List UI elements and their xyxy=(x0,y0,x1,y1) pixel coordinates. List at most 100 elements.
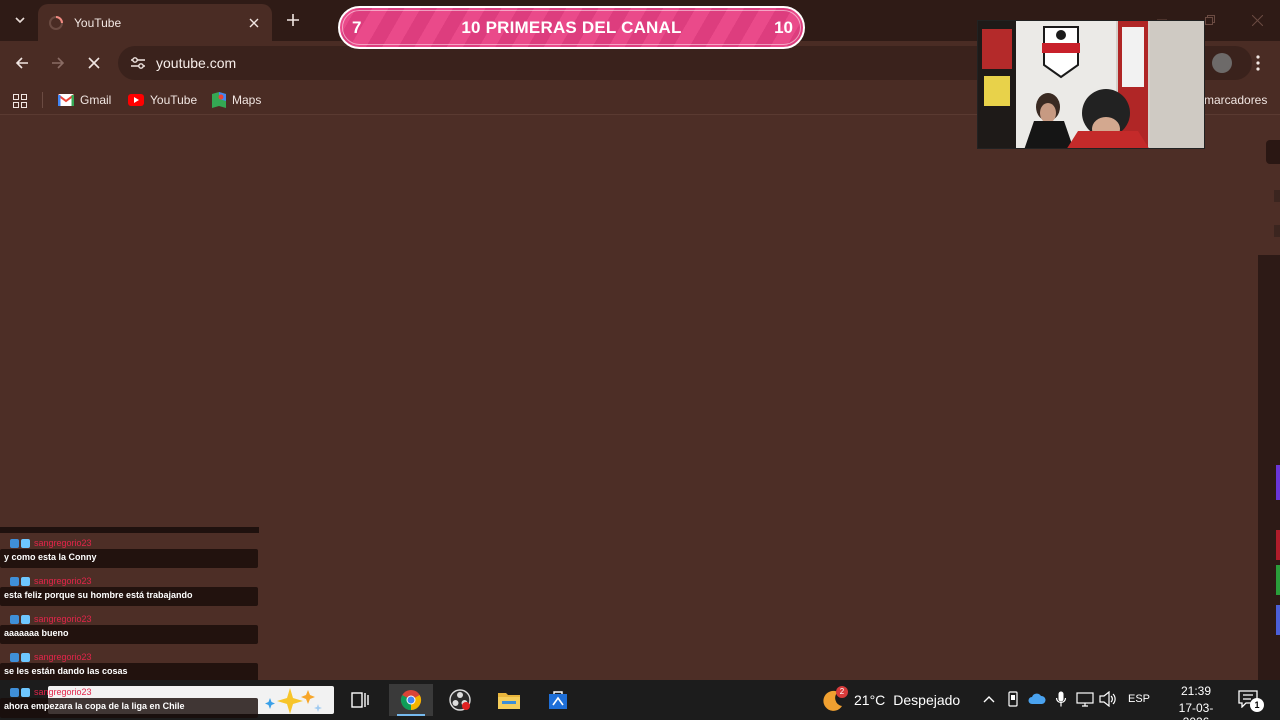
store-icon xyxy=(549,691,567,709)
bookmarks-divider xyxy=(42,92,43,108)
chevron-down-icon xyxy=(15,17,25,24)
chat-message: sangregorio23 se les están dando las cos… xyxy=(0,641,259,682)
banner-title: 10 PRIMERAS DEL CANAL xyxy=(461,18,682,37)
taskbar-obs[interactable] xyxy=(438,684,482,716)
badge-icon xyxy=(10,687,19,697)
tab-close-button[interactable] xyxy=(246,15,262,31)
side-panel-icon xyxy=(1274,190,1280,202)
badge-icon xyxy=(10,538,19,548)
stop-loading-button[interactable] xyxy=(82,51,106,75)
taskbar-file-explorer[interactable] xyxy=(487,684,531,716)
tab-youtube[interactable]: YouTube xyxy=(38,4,272,41)
chat-text: ahora empezara la copa de la liga en Chi… xyxy=(0,698,258,718)
chat-username: sangregorio23 xyxy=(34,687,92,697)
taskbar-clock[interactable]: 21:39 17-03-2026 xyxy=(1166,684,1226,720)
all-bookmarks-link[interactable]: marcadores xyxy=(1204,93,1267,107)
chat-user: sangregorio23 xyxy=(10,651,92,663)
clock-date: 17-03-2026 xyxy=(1178,701,1214,720)
close-icon xyxy=(1251,14,1263,26)
search-highlight[interactable] xyxy=(262,684,332,716)
tray-microphone-button[interactable] xyxy=(1052,690,1070,708)
badge-icon xyxy=(10,576,19,586)
stream-title-banner: 7 10 PRIMERAS DEL CANAL 10 xyxy=(338,6,805,49)
tray-network-button[interactable] xyxy=(1076,690,1094,708)
chrome-icon xyxy=(400,690,422,711)
page-edge-strip xyxy=(1258,255,1280,680)
show-hidden-icons-button[interactable] xyxy=(980,690,998,708)
weather-widget[interactable]: 2 21°C Despejado xyxy=(820,686,961,712)
site-info-button[interactable] xyxy=(126,51,150,75)
close-icon xyxy=(249,18,259,27)
task-view-button[interactable] xyxy=(338,684,382,716)
chat-username: sangregorio23 xyxy=(34,652,92,662)
tray-cloud-button[interactable] xyxy=(1028,690,1046,708)
tune-icon xyxy=(131,57,145,69)
bookmark-label: Maps xyxy=(232,93,262,107)
tray-device-button[interactable] xyxy=(1004,690,1022,708)
chat-username: sangregorio23 xyxy=(34,538,92,548)
cloud-icon xyxy=(1028,693,1046,704)
profile-avatar[interactable] xyxy=(1212,53,1232,73)
weather-condition: Despejado xyxy=(893,692,961,708)
bookmark-label: Gmail xyxy=(80,93,112,107)
clock-time: 21:39 xyxy=(1180,684,1212,698)
volume-icon xyxy=(1099,691,1116,707)
chat-overlay: sangregorio23 y como esta la Conny sangr… xyxy=(0,527,259,682)
bookmark-maps[interactable]: Maps xyxy=(212,90,261,110)
active-indicator xyxy=(397,714,425,716)
webcam-image xyxy=(978,21,1204,148)
back-button[interactable] xyxy=(10,51,34,75)
obs-icon xyxy=(449,689,471,711)
bookmark-youtube[interactable]: YouTube xyxy=(128,90,197,110)
chat-username: sangregorio23 xyxy=(34,614,92,624)
badge-icon xyxy=(21,576,30,586)
tab-title: YouTube xyxy=(74,15,122,30)
close-window-button[interactable] xyxy=(1247,10,1267,30)
weather-icon-wrap: 2 xyxy=(820,686,848,712)
weather-temp: 21°C xyxy=(854,692,886,708)
tray-volume-button[interactable] xyxy=(1099,690,1117,708)
arrow-right-icon xyxy=(52,57,65,69)
badge-icon xyxy=(21,687,30,697)
bookmark-label: YouTube xyxy=(150,93,198,107)
chat-message: sangregorio23 esta feliz porque su hombr… xyxy=(0,565,259,606)
new-tab-button[interactable] xyxy=(282,9,304,31)
side-panel-toggle[interactable] xyxy=(1266,140,1280,164)
webcam-overlay xyxy=(977,20,1205,149)
notification-count: 1 xyxy=(1250,698,1264,712)
chat-message: sangregorio23 y como esta la Conny xyxy=(0,527,259,568)
weather-badge: 2 xyxy=(836,686,848,698)
badge-icon xyxy=(10,614,19,624)
badge-icon xyxy=(10,652,19,662)
chat-message: sangregorio23 aaaaaaa bueno xyxy=(0,603,259,644)
taskbar-chrome[interactable] xyxy=(389,684,433,716)
arrow-left-icon xyxy=(15,57,28,69)
chat-user: sangregorio23 xyxy=(10,575,92,587)
taskbar-store[interactable] xyxy=(536,684,580,716)
network-icon xyxy=(1076,692,1094,707)
more-vertical-icon xyxy=(1256,55,1260,71)
notification-center-button[interactable]: 1 xyxy=(1238,690,1264,712)
gmail-icon xyxy=(58,94,74,106)
plus-icon xyxy=(287,14,299,26)
chat-user: sangregorio23 xyxy=(10,537,92,549)
loading-spinner-icon xyxy=(49,15,63,30)
chat-message: sangregorio23 ahora empezara la copa de … xyxy=(0,680,259,720)
close-icon xyxy=(88,57,100,69)
side-panel-icon xyxy=(1274,225,1280,237)
color-strip xyxy=(1276,605,1280,635)
chat-user: sangregorio23 xyxy=(10,686,92,698)
bookmark-gmail[interactable]: Gmail xyxy=(58,90,111,110)
apps-grid-icon xyxy=(13,94,27,108)
tab-search-button[interactable] xyxy=(8,8,32,32)
badge-icon xyxy=(21,614,30,624)
apps-button[interactable] xyxy=(10,91,30,111)
forward-button[interactable] xyxy=(46,51,70,75)
badge-icon xyxy=(21,538,30,548)
color-strip xyxy=(1276,465,1280,500)
maps-icon xyxy=(212,92,226,108)
device-icon xyxy=(1008,691,1018,707)
sparkle-icon xyxy=(265,688,322,714)
browser-menu-button[interactable] xyxy=(1248,51,1268,75)
input-language[interactable]: ESP xyxy=(1128,693,1150,705)
